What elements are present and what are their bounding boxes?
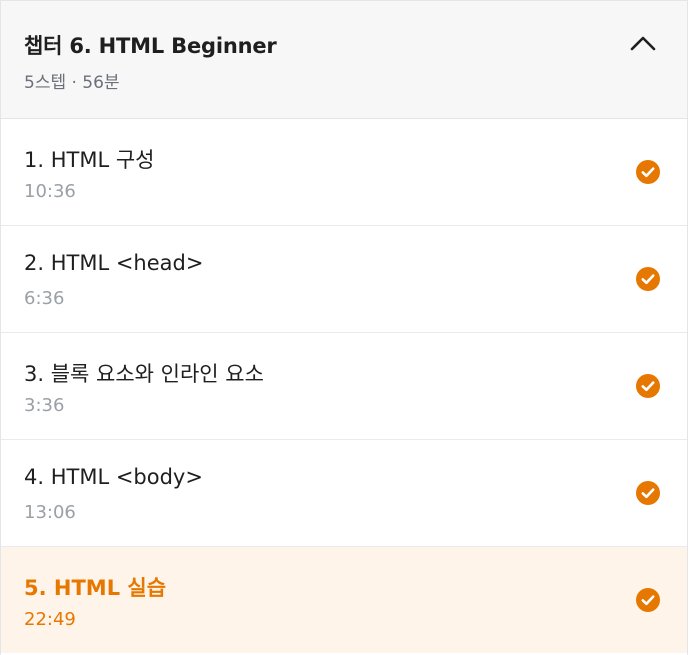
step-item-2[interactable]: 2. HTML <head> 6:36 — [1, 226, 687, 333]
check-circle-icon — [636, 160, 660, 184]
step-item-4[interactable]: 4. HTML <body> 13:06 — [1, 440, 687, 547]
step-duration: 10:36 — [24, 181, 76, 202]
step-duration: 6:36 — [24, 288, 65, 309]
step-title: 5. HTML 실습 — [24, 576, 167, 600]
chapter-title: 챕터 6. HTML Beginner — [24, 34, 277, 58]
step-duration: 22:49 — [24, 609, 76, 630]
step-duration: 3:36 — [24, 395, 65, 416]
step-duration: 13:06 — [24, 502, 76, 523]
check-circle-icon — [636, 374, 660, 398]
step-title: 2. HTML <head> — [24, 251, 204, 275]
chapter-header[interactable]: 챕터 6. HTML Beginner 5스텝 · 56분 — [1, 1, 687, 119]
check-circle-icon — [636, 267, 660, 291]
check-circle-icon — [636, 588, 660, 612]
chapter-meta: 5스텝 · 56분 — [24, 73, 120, 93]
step-title: 1. HTML 구성 — [24, 148, 155, 172]
chapter-panel: 챕터 6. HTML Beginner 5스텝 · 56분 1. HTML 구성… — [0, 0, 688, 655]
check-circle-icon — [636, 481, 660, 505]
step-item-1[interactable]: 1. HTML 구성 10:36 — [1, 119, 687, 226]
step-title: 4. HTML <body> — [24, 465, 203, 489]
step-item-5-current[interactable]: 5. HTML 실습 22:49 — [1, 547, 687, 653]
chevron-up-icon[interactable] — [629, 31, 657, 55]
step-item-3[interactable]: 3. 블록 요소와 인라인 요소 3:36 — [1, 333, 687, 440]
step-title: 3. 블록 요소와 인라인 요소 — [24, 362, 264, 386]
